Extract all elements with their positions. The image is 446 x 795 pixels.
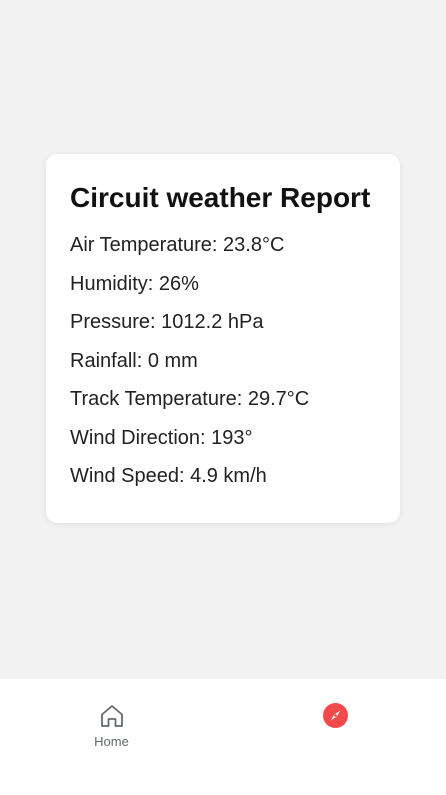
weather-report-card: Circuit weather Report Air Temperature: …: [46, 154, 400, 523]
stat-track-temperature: Track Temperature: 29.7°C: [70, 388, 310, 410]
stat-wind-direction: Wind Direction: 193°: [70, 426, 253, 449]
stat-pressure: Pressure: 1012.2 hPa: [70, 311, 264, 333]
tab-home-label: Home: [94, 734, 129, 749]
stat-humidity: Humidity: 26%: [70, 272, 199, 295]
tab-explore[interactable]: [223, 679, 446, 759]
bottom-tab-bar: Home: [0, 679, 446, 795]
report-title: Circuit weather Report: [70, 182, 371, 213]
compass-icon: [323, 703, 348, 728]
tab-home[interactable]: Home: [0, 679, 223, 759]
home-icon: [100, 705, 123, 727]
stat-wind-speed: Wind Speed: 4.9 km/h: [70, 465, 267, 487]
stat-rainfall: Rainfall: 0 mm: [70, 349, 198, 372]
stat-air-temperature: Air Temperature: 23.8°C: [70, 234, 285, 256]
weather-screen: Circuit weather Report Air Temperature: …: [0, 0, 446, 795]
